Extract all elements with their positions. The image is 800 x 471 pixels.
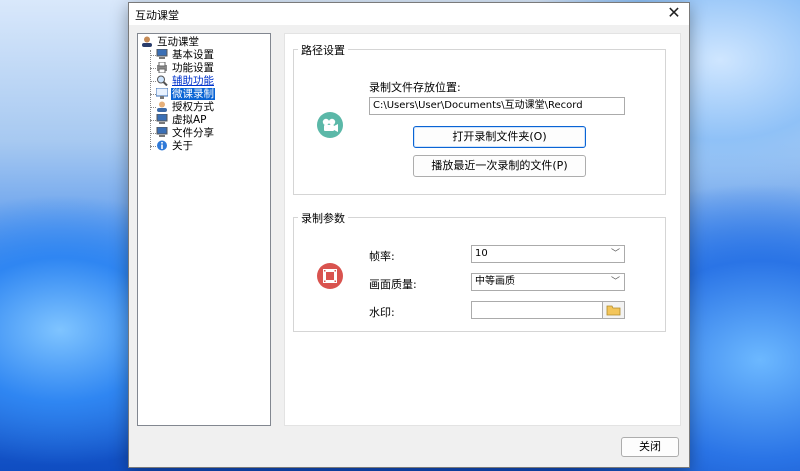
monitor-icon — [155, 87, 169, 99]
info-icon — [156, 140, 168, 151]
path-settings-group: 路径设置 录制文件存放位置: C:\Users\User\Documents\互… — [293, 42, 666, 195]
close-button[interactable]: 关闭 — [621, 437, 679, 457]
record-params-group: 录制参数 帧率: 10 ﹀ 画面质量: 中等画质 ﹀ 水印: — [293, 210, 666, 332]
settings-tree: 互动课堂 基本设置 功能设置 辅助功能 微课录制 授权方式 虚拟AP 文件分享 … — [137, 33, 271, 426]
play-last-recording-button[interactable]: 播放最近一次录制的文件(P) — [413, 155, 586, 177]
tree-item-micro-lesson-recording[interactable]: 微课录制 — [155, 87, 215, 101]
watermark-label: 水印: — [369, 306, 395, 319]
open-record-folder-button[interactable]: 打开录制文件夹(O) — [413, 126, 586, 148]
record-params-title: 录制参数 — [298, 210, 348, 226]
close-icon[interactable]: ✕ — [665, 4, 683, 22]
framerate-label: 帧率: — [369, 250, 395, 263]
record-location-label: 录制文件存放位置: — [369, 81, 461, 94]
tree-item-function-settings[interactable]: 功能设置 — [156, 61, 215, 75]
tree-item-file-share[interactable]: 文件分享 — [156, 126, 215, 140]
camera-icon — [317, 112, 343, 138]
path-settings-title: 路径设置 — [298, 42, 348, 58]
watermark-field[interactable] — [471, 301, 625, 319]
tree-item-about[interactable]: 关于 — [156, 140, 194, 153]
computer-icon — [156, 113, 168, 125]
magnifier-icon — [156, 75, 168, 87]
tree-root[interactable]: 互动课堂 — [141, 36, 200, 49]
tree-item-accessibility[interactable]: 辅助功能 — [156, 75, 215, 88]
quality-label: 画面质量: — [369, 278, 417, 291]
tree-item-authorization[interactable]: 授权方式 — [156, 101, 215, 114]
settings-dialog: 互动课堂 ✕ 互动课堂 基本设置 功能设置 辅助功能 微课录制 授权方式 虚拟A… — [128, 2, 690, 468]
quality-select[interactable]: 中等画质 ﹀ — [471, 273, 625, 291]
printer-icon — [156, 61, 168, 74]
folder-browse-icon[interactable] — [602, 302, 624, 318]
framerate-value: 10 — [475, 248, 488, 259]
quality-value: 中等画质 — [475, 276, 515, 287]
settings-panel: 路径设置 录制文件存放位置: C:\Users\User\Documents\互… — [284, 33, 681, 426]
window-title: 互动课堂 — [135, 9, 179, 22]
tree-item-virtual-ap[interactable]: 虚拟AP — [156, 113, 208, 127]
tree-item-basic-settings[interactable]: 基本设置 — [156, 48, 215, 62]
title-bar: 互动课堂 ✕ — [129, 3, 689, 25]
film-icon — [317, 263, 343, 289]
computer-icon — [156, 126, 168, 138]
record-location-field[interactable]: C:\Users\User\Documents\互动课堂\Record — [369, 97, 625, 115]
computer-icon — [156, 48, 168, 60]
user-icon — [141, 36, 153, 47]
user-icon — [156, 101, 168, 112]
chevron-down-icon: ﹀ — [610, 249, 620, 259]
chevron-down-icon: ﹀ — [610, 277, 620, 287]
framerate-select[interactable]: 10 ﹀ — [471, 245, 625, 263]
